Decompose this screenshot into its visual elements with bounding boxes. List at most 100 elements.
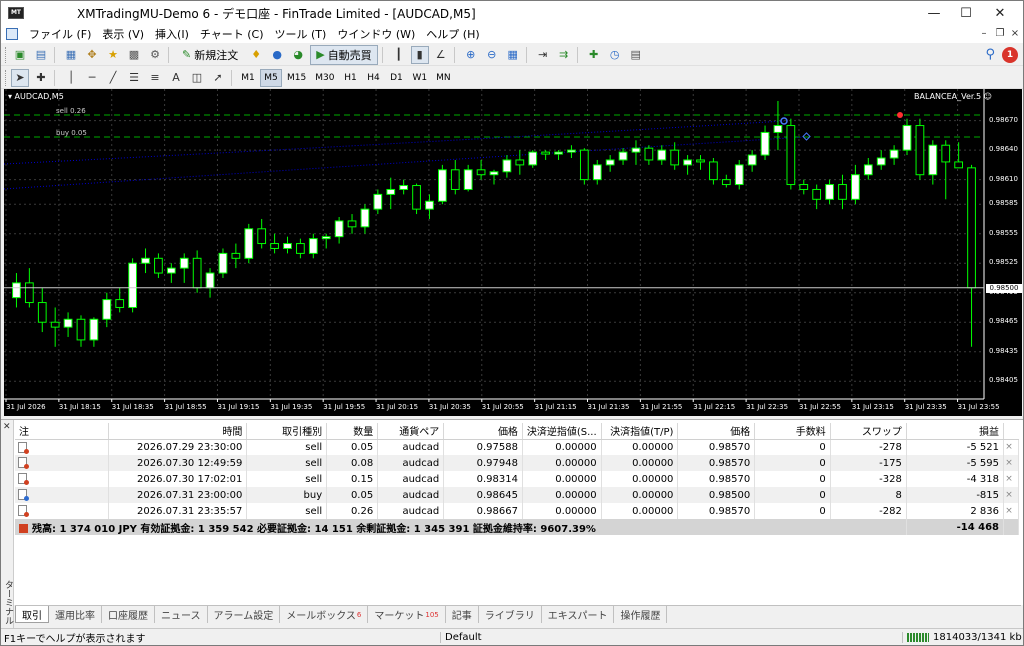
text-icon[interactable]: A <box>167 69 185 87</box>
tab-exposure[interactable]: 運用比率 <box>49 606 102 623</box>
table-row[interactable]: 2026.07.29 23:30:00 sell 0.05 audcad 0.9… <box>15 439 1019 455</box>
metaeditor-icon[interactable]: ♦ <box>247 46 265 64</box>
col-volume[interactable]: 数量 <box>326 423 379 440</box>
col-order[interactable]: 注 <box>15 423 109 440</box>
timeframe-m30[interactable]: M30 <box>311 69 338 87</box>
timeframe-m15[interactable]: M15 <box>283 69 310 87</box>
tab-experts[interactable]: エキスパート <box>542 606 615 623</box>
mdi-restore-button[interactable]: ❐ <box>993 27 1007 41</box>
fibonacci-icon[interactable]: ≡ <box>146 69 164 87</box>
channel-icon[interactable]: ☰ <box>125 69 143 87</box>
timeframe-h1[interactable]: H1 <box>339 69 361 87</box>
close-button[interactable]: ✕ <box>977 1 1023 25</box>
zoom-in-icon[interactable]: ⊕ <box>462 46 480 64</box>
tab-history[interactable]: 口座履歴 <box>102 606 155 623</box>
mdi-minimize-button[interactable]: – <box>977 27 991 41</box>
bull-candle <box>334 220 344 238</box>
tab-alerts[interactable]: アラーム設定 <box>208 606 281 623</box>
col-cur-price[interactable]: 価格 <box>677 423 756 440</box>
chart-window-icon[interactable] <box>6 28 18 40</box>
tab-news[interactable]: ニュース <box>155 606 208 623</box>
timeframe-w1[interactable]: W1 <box>408 69 431 87</box>
bull-candle <box>244 228 254 259</box>
table-row[interactable]: 2026.07.30 17:02:01 sell 0.15 audcad 0.9… <box>15 471 1019 487</box>
col-price[interactable]: 価格 <box>443 423 523 440</box>
new-order-button[interactable]: ✎ 新規注文 <box>176 45 244 65</box>
table-row[interactable]: 2026.07.31 23:35:57 sell 0.26 audcad 0.9… <box>15 503 1019 519</box>
menu-view[interactable]: 表示 (V) <box>102 26 144 42</box>
candlestick-chart[interactable] <box>3 89 1022 416</box>
price-chart[interactable]: ▾ AUDCAD,M5 BALANCEA_Ver.5 ☺ sell 0.26 b… <box>3 89 1022 416</box>
navigator-icon[interactable]: ★ <box>104 46 122 64</box>
line-chart-icon[interactable]: ∠ <box>432 46 450 64</box>
col-profit[interactable]: 損益 <box>906 423 1005 440</box>
cell-commission: 0 <box>754 487 831 503</box>
timeframe-d1[interactable]: D1 <box>385 69 407 87</box>
new-chart-icon[interactable]: ▣ <box>11 46 29 64</box>
col-time[interactable]: 時間 <box>108 423 248 440</box>
templates-icon[interactable]: ▤ <box>627 46 645 64</box>
col-symbol[interactable]: 通貨ペア <box>377 423 445 440</box>
timeframe-h4[interactable]: H4 <box>362 69 384 87</box>
tab-market[interactable]: マーケット 105 <box>368 606 446 623</box>
close-order-icon[interactable]: × <box>1003 503 1019 519</box>
chart-shift-icon[interactable]: ⇥ <box>534 46 552 64</box>
periodicity-icon[interactable]: ◷ <box>606 46 624 64</box>
bar-chart-icon[interactable]: ┃ <box>390 46 408 64</box>
timeframe-m1[interactable]: M1 <box>237 69 259 87</box>
search-icon[interactable]: ⚲ <box>985 47 995 62</box>
cursor-icon[interactable]: ➤ <box>11 68 29 87</box>
account-summary-row: 残高: 1 374 010 JPY 有効証拠金: 1 359 542 必要証拠金… <box>15 519 1019 535</box>
zoom-out-icon[interactable]: ⊖ <box>483 46 501 64</box>
strategy-tester-icon[interactable]: ⚙ <box>146 46 164 64</box>
arrows-icon[interactable]: ➚ <box>209 69 227 87</box>
profiles-icon[interactable]: ▤ <box>32 46 50 64</box>
signals-icon[interactable]: ◕ <box>289 46 307 64</box>
tile-windows-icon[interactable]: ▦ <box>504 46 522 64</box>
col-tp[interactable]: 決済指値(T/P) <box>601 423 679 440</box>
notification-badge[interactable]: 1 <box>1002 46 1018 63</box>
menu-window[interactable]: ウインドウ (W) <box>337 26 415 42</box>
tab-journal[interactable]: 操作履歴 <box>614 606 668 623</box>
col-swap[interactable]: スワップ <box>830 423 907 440</box>
menu-tools[interactable]: ツール (T) <box>275 26 327 42</box>
menu-insert[interactable]: 挿入(I) <box>155 26 189 42</box>
table-row[interactable]: 2026.07.30 12:49:59 sell 0.08 audcad 0.9… <box>15 455 1019 471</box>
mdi-close-button[interactable]: × <box>1008 27 1022 41</box>
timeframe-mn[interactable]: MN <box>432 69 455 87</box>
autoscroll-icon[interactable]: ⇉ <box>555 46 573 64</box>
status-profile[interactable]: Default <box>440 631 902 643</box>
vertical-line-icon[interactable]: │ <box>62 69 80 87</box>
close-order-icon[interactable]: × <box>1003 455 1019 471</box>
indicators-icon[interactable]: ✚ <box>585 46 603 64</box>
tab-library[interactable]: ライブラリ <box>479 606 542 623</box>
tab-articles[interactable]: 記事 <box>446 606 479 623</box>
tab-trade[interactable]: 取引 <box>15 606 49 623</box>
data-window-icon[interactable]: ✥ <box>83 46 101 64</box>
col-sl[interactable]: 決済逆指値(S... <box>522 423 602 440</box>
menu-chart[interactable]: チャート (C) <box>200 26 264 42</box>
candlestick-chart-icon[interactable]: ▮ <box>410 45 429 64</box>
toolbar-separator <box>231 69 232 86</box>
community-icon[interactable]: ● <box>268 46 286 64</box>
tab-mailbox[interactable]: メールボックス 6 <box>280 606 369 623</box>
auto-trading-button[interactable]: ▶ 自動売買 <box>310 44 378 65</box>
terminal-icon[interactable]: ▩ <box>125 46 143 64</box>
close-order-icon[interactable]: × <box>1003 487 1019 503</box>
close-order-icon[interactable]: × <box>1003 439 1019 455</box>
market-watch-icon[interactable]: ▦ <box>62 46 80 64</box>
col-type[interactable]: 取引種別 <box>246 423 328 440</box>
trendline-icon[interactable]: ╱ <box>104 69 122 87</box>
col-commission[interactable]: 手数料 <box>754 423 831 440</box>
timeframe-m5[interactable]: M5 <box>260 68 282 87</box>
text-label-icon[interactable]: ◫ <box>188 69 206 87</box>
bull-candle <box>360 208 370 228</box>
table-row[interactable]: 2026.07.31 23:00:00 buy 0.05 audcad 0.98… <box>15 487 1019 503</box>
close-order-icon[interactable]: × <box>1003 471 1019 487</box>
close-terminal-icon[interactable]: ✕ <box>3 422 11 432</box>
menu-help[interactable]: ヘルプ (H) <box>426 26 479 42</box>
crosshair-icon[interactable]: ✚ <box>32 69 50 87</box>
horizontal-line-icon[interactable]: ─ <box>83 69 101 87</box>
tab-badge: 6 <box>356 610 362 619</box>
menu-file[interactable]: ファイル (F) <box>29 26 91 42</box>
